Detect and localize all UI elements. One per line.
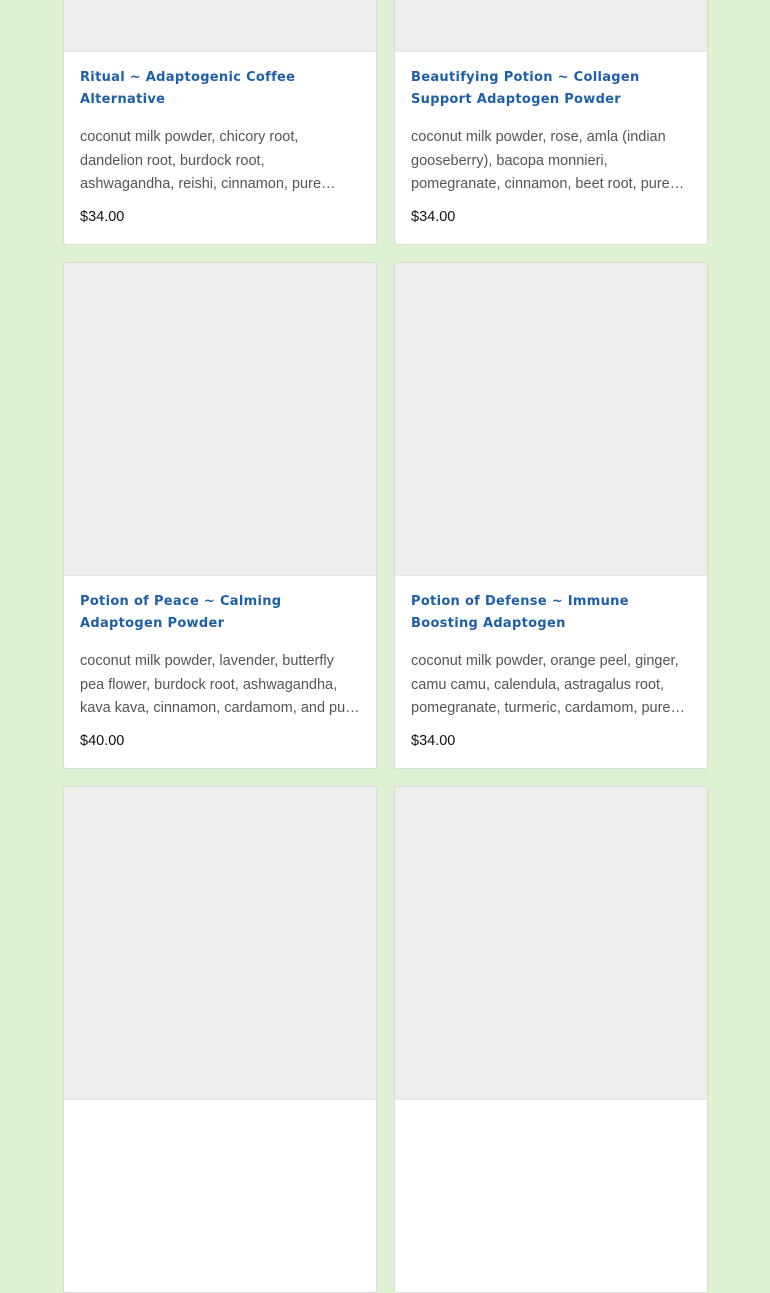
- product-image[interactable]: [64, 263, 376, 576]
- product-price: $34.00: [411, 209, 456, 225]
- product-title[interactable]: Beautifying Potion ~ Collagen Support Ad…: [411, 67, 691, 111]
- product-title[interactable]: Potion of Defense ~ Immune Boosting Adap…: [411, 591, 691, 635]
- product-price: $34.00: [80, 209, 125, 225]
- product-card-body: Ritual ~ Adaptogenic Coffee Alternative …: [64, 52, 376, 227]
- product-title[interactable]: [411, 1115, 691, 1159]
- product-description: coconut milk powder, lavender, butterfly…: [80, 653, 359, 716]
- product-title[interactable]: [80, 1115, 360, 1159]
- product-card[interactable]: Potion of Defense ~ Immune Boosting Adap…: [394, 262, 708, 769]
- product-price: $34.00: [411, 733, 456, 749]
- product-card[interactable]: Ritual ~ Adaptogenic Coffee Alternative …: [63, 0, 377, 245]
- product-card[interactable]: Potion of Peace ~ Calming Adaptogen Powd…: [63, 262, 377, 769]
- product-card[interactable]: Beautifying Potion ~ Collagen Support Ad…: [394, 0, 708, 245]
- product-description: coconut milk powder, rose, amla (indian …: [411, 129, 670, 192]
- product-title[interactable]: Ritual ~ Adaptogenic Coffee Alternative: [80, 67, 360, 111]
- product-image[interactable]: [64, 0, 376, 52]
- product-image[interactable]: [395, 787, 707, 1100]
- product-grid: Ritual ~ Adaptogenic Coffee Alternative …: [63, 0, 708, 1293]
- product-image[interactable]: [395, 263, 707, 576]
- product-card-body: [395, 1100, 707, 1244]
- product-title[interactable]: Potion of Peace ~ Calming Adaptogen Powd…: [80, 591, 360, 635]
- product-description: [411, 1174, 691, 1244]
- product-description: coconut milk powder, chicory root, dande…: [80, 129, 322, 192]
- product-card-body: [64, 1100, 376, 1244]
- product-image[interactable]: [395, 0, 707, 52]
- product-card[interactable]: [63, 786, 377, 1293]
- product-card[interactable]: [394, 786, 708, 1293]
- product-price: $40.00: [80, 733, 125, 749]
- product-card-body: Beautifying Potion ~ Collagen Support Ad…: [395, 52, 707, 227]
- product-card-body: Potion of Peace ~ Calming Adaptogen Powd…: [64, 576, 376, 751]
- product-card-body: Potion of Defense ~ Immune Boosting Adap…: [395, 576, 707, 751]
- product-description: [80, 1174, 360, 1244]
- product-image[interactable]: [64, 787, 376, 1100]
- product-description: coconut milk powder, orange peel, ginger…: [411, 653, 679, 716]
